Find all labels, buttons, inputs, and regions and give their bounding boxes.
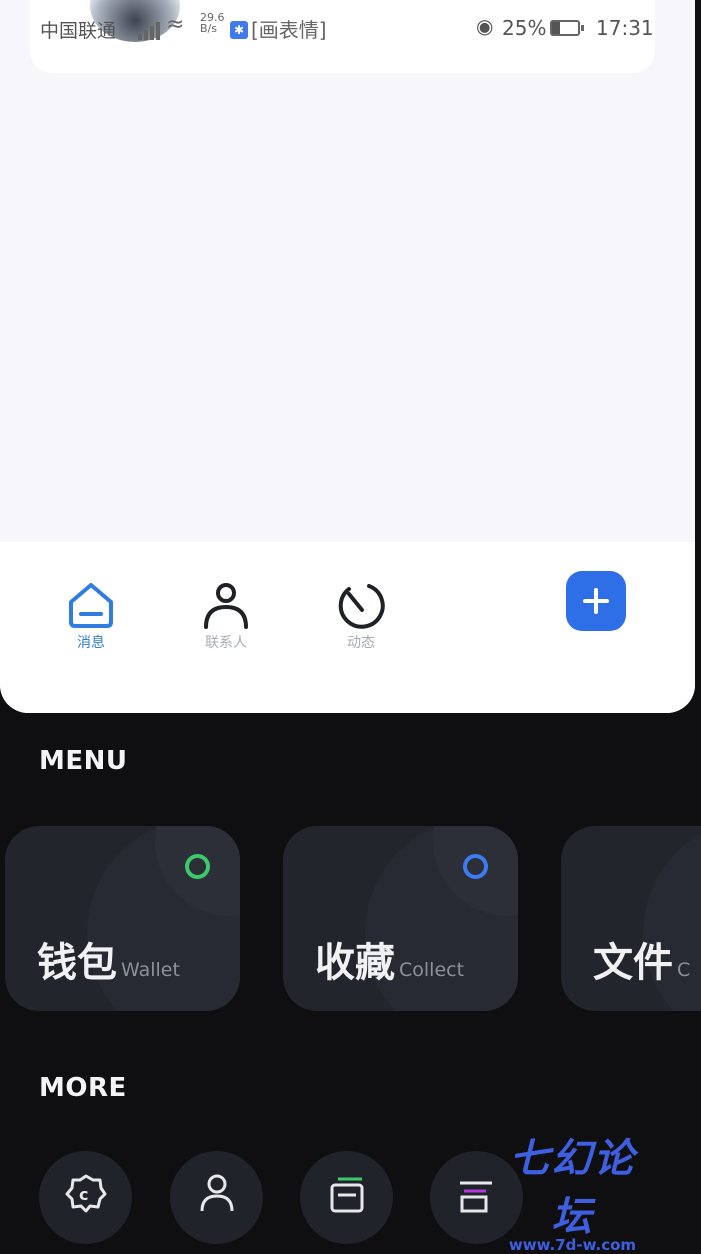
card-subtitle: Wallet xyxy=(121,959,180,981)
tab-label: 消息 xyxy=(77,635,105,651)
tab-label: 动态 xyxy=(347,635,375,651)
network-speed: 29.6 B/s xyxy=(200,11,225,35)
tab-contacts[interactable]: 联系人 xyxy=(186,580,266,652)
tab-dynamics[interactable]: 动态 xyxy=(321,580,401,652)
status-bar: 中国联通 ≈ 29.6 B/s ✱ [画表情] ◉ 25% 17:31 xyxy=(30,0,655,73)
card-subtitle: Collect xyxy=(399,959,465,981)
watermark-logo: 七幻论坛 www.7d-w.com xyxy=(495,1126,650,1254)
bottom-tab-bar: 消息 联系人 动态 xyxy=(0,542,695,713)
battery-percent: 25% xyxy=(502,16,547,40)
wallet-card[interactable]: 钱包 Wallet xyxy=(5,826,240,1011)
eye-comfort-icon: ◉ xyxy=(476,14,494,38)
exit-icon xyxy=(460,1181,492,1213)
card-title: 收藏 Collect xyxy=(315,940,465,986)
home-icon xyxy=(69,583,113,628)
svg-text:c: c xyxy=(79,1185,88,1204)
menu-heading: MENU xyxy=(39,746,128,776)
wifi-icon: ≈ xyxy=(166,12,185,37)
collect-card[interactable]: 收藏 Collect xyxy=(283,826,518,1011)
person-icon xyxy=(204,583,248,629)
settings-icon: c xyxy=(65,1174,107,1213)
tab-messages[interactable]: 消息 xyxy=(51,580,131,652)
more-profile-button[interactable] xyxy=(170,1151,263,1244)
card-title: 钱包 Wallet xyxy=(37,940,180,986)
status-ring-icon xyxy=(185,854,210,879)
chat-panel: 中国联通 ≈ 29.6 B/s ✱ [画表情] ◉ 25% 17:31 消息 联… xyxy=(0,0,695,713)
card-title: 文件 C xyxy=(593,940,691,986)
app-notification-icon: ✱ xyxy=(230,21,248,39)
battery-icon xyxy=(550,20,584,36)
user-icon xyxy=(200,1174,234,1212)
watermark-url: www.7d-w.com xyxy=(508,1236,637,1254)
status-ring-icon xyxy=(463,854,488,879)
carrier-label: 中国联通 xyxy=(40,20,117,42)
more-document-button[interactable] xyxy=(300,1151,393,1244)
plus-icon xyxy=(583,588,609,614)
card-subtitle: C xyxy=(677,959,691,981)
dynamic-icon xyxy=(338,584,385,629)
signal-icon xyxy=(138,20,164,40)
files-card[interactable]: 文件 C xyxy=(561,826,701,1011)
add-button[interactable] xyxy=(566,571,626,631)
tab-label: 联系人 xyxy=(205,635,247,651)
notification-text: ✱ [画表情] xyxy=(228,14,327,43)
more-heading: MORE xyxy=(39,1073,127,1103)
watermark-title: 七幻论坛 xyxy=(509,1136,636,1240)
more-settings-button[interactable]: c xyxy=(39,1151,132,1244)
document-icon xyxy=(330,1177,364,1213)
clock: 17:31 xyxy=(596,16,654,40)
